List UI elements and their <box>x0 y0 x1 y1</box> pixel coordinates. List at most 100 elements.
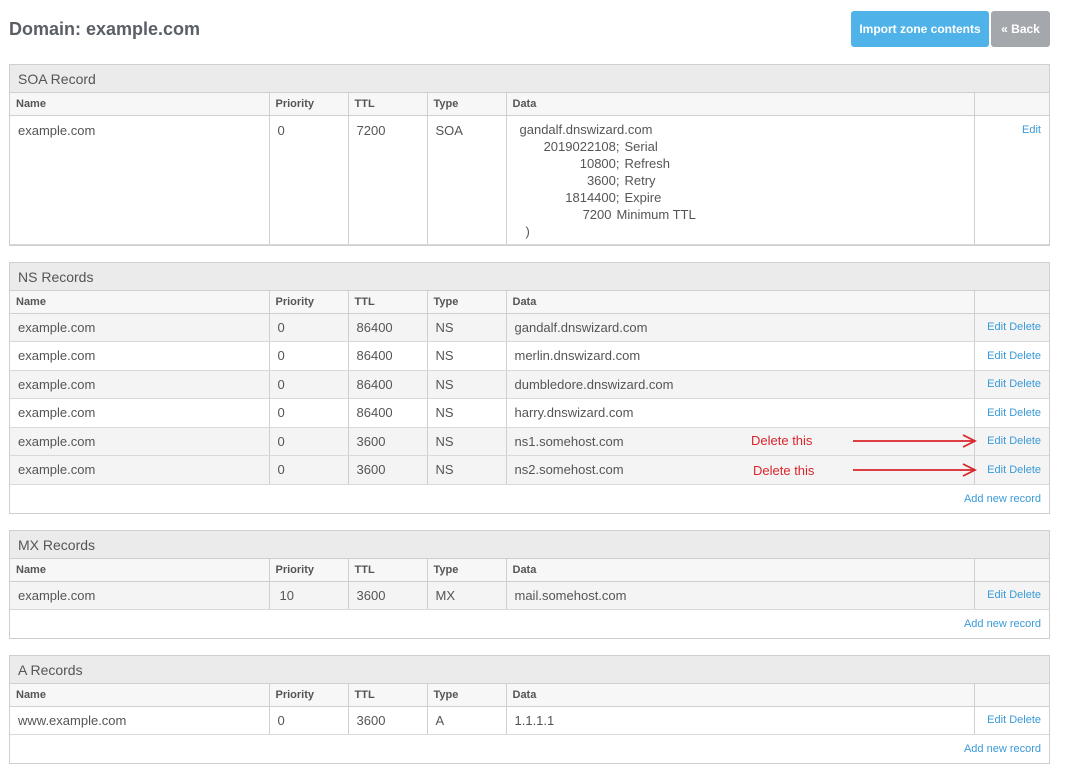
col-actions <box>974 291 1049 314</box>
edit-link[interactable]: Edit <box>987 714 1006 726</box>
table-row: example.com 0 86400 NS dumbledore.dnswiz… <box>10 370 1049 399</box>
cell-name: example.com <box>10 455 270 485</box>
a-panel: A Records Name Priority TTL Type Data ww… <box>9 655 1050 764</box>
edit-link[interactable]: Edit <box>987 407 1006 419</box>
cell-ttl: 3600 <box>348 706 428 735</box>
table-header-row: Name Priority TTL Type Data <box>10 93 1049 116</box>
cell-priority: 0 <box>269 313 349 342</box>
soa-expire-value: 1814400; <box>565 189 620 205</box>
row-actions: Edit Delete <box>974 370 1049 399</box>
cell-priority: 0 <box>269 427 349 456</box>
mx-panel-title: MX Records <box>10 531 1049 559</box>
cell-type: NS <box>427 341 507 371</box>
cell-priority: 10 <box>269 581 349 610</box>
edit-link[interactable]: Edit <box>987 435 1006 447</box>
table-row: example.com 0 86400 NS gandalf.dnswizard… <box>10 313 1049 342</box>
mx-panel: MX Records Name Priority TTL Type Data e… <box>9 530 1050 639</box>
add-new-record-link[interactable]: Add new record <box>964 618 1041 630</box>
delete-link[interactable]: Delete <box>1009 435 1041 447</box>
table-row: example.com 0 7200 SOA gandalf.dnswizard… <box>10 115 1049 245</box>
annotation-label: Delete this <box>753 463 815 478</box>
soa-ttl: 7200 <box>348 115 428 245</box>
col-priority: Priority <box>269 559 349 582</box>
row-actions: Edit Delete <box>974 581 1049 610</box>
soa-serial-label: Serial <box>624 138 658 154</box>
delete-link[interactable]: Delete <box>1009 321 1041 333</box>
delete-link[interactable]: Delete <box>1009 589 1041 601</box>
col-name: Name <box>10 684 270 707</box>
soa-type: SOA <box>427 115 507 245</box>
soa-retry-label: Retry <box>624 172 656 188</box>
delete-link[interactable]: Delete <box>1009 714 1041 726</box>
add-row: Add new record <box>10 610 1049 638</box>
edit-link[interactable]: Edit <box>987 350 1006 362</box>
add-new-record-link[interactable]: Add new record <box>964 493 1041 505</box>
edit-link[interactable]: Edit <box>987 589 1006 601</box>
ns-table: Name Priority TTL Type Data example.com … <box>10 291 1049 485</box>
col-type: Type <box>427 291 507 314</box>
row-actions: Edit Delete <box>974 706 1049 735</box>
row-actions: Edit Delete <box>974 341 1049 371</box>
arrow-right-icon <box>853 434 978 448</box>
delete-link[interactable]: Delete <box>1009 378 1041 390</box>
table-row: example.com 0 86400 NS harry.dnswizard.c… <box>10 398 1049 428</box>
mx-table: Name Priority TTL Type Data example.com … <box>10 559 1049 610</box>
cell-type: NS <box>427 455 507 485</box>
cell-data: merlin.dnswizard.com <box>506 341 975 371</box>
cell-data: 1.1.1.1 <box>506 706 975 735</box>
cell-ttl: 3600 <box>348 455 428 485</box>
row-actions: Edit Delete <box>974 313 1049 342</box>
soa-table: Name Priority TTL Type Data example.com … <box>10 93 1049 245</box>
col-priority: Priority <box>269 684 349 707</box>
col-data: Data <box>506 291 975 314</box>
cell-data: harry.dnswizard.com <box>506 398 975 428</box>
col-ttl: TTL <box>348 559 428 582</box>
col-actions <box>974 559 1049 582</box>
edit-link[interactable]: Edit <box>1022 124 1041 136</box>
cell-data: dumbledore.dnswizard.com <box>506 370 975 399</box>
cell-name: example.com <box>10 341 270 371</box>
cell-type: NS <box>427 398 507 428</box>
back-button[interactable]: « Back <box>991 11 1050 47</box>
table-header-row: Name Priority TTL Type Data <box>10 559 1049 582</box>
cell-priority: 0 <box>269 370 349 399</box>
row-actions: Edit Delete <box>974 455 1049 485</box>
a-table: Name Priority TTL Type Data www.example.… <box>10 684 1049 735</box>
add-row: Add new record <box>10 735 1049 763</box>
col-type: Type <box>427 559 507 582</box>
col-ttl: TTL <box>348 291 428 314</box>
soa-expire-label: Expire <box>624 189 662 205</box>
cell-name: example.com <box>10 313 270 342</box>
col-data: Data <box>506 559 975 582</box>
cell-name: example.com <box>10 370 270 399</box>
edit-link[interactable]: Edit <box>987 378 1006 390</box>
cell-type: A <box>427 706 507 735</box>
edit-link[interactable]: Edit <box>987 321 1006 333</box>
cell-ttl: 86400 <box>348 370 428 399</box>
table-row: example.com 0 86400 NS merlin.dnswizard.… <box>10 341 1049 371</box>
table-header-row: Name Priority TTL Type Data <box>10 291 1049 314</box>
soa-retry-value: 3600; <box>586 172 620 188</box>
cell-ttl: 86400 <box>348 398 428 428</box>
add-new-record-link[interactable]: Add new record <box>964 743 1041 755</box>
soa-minttl-label: Minimum TTL <box>616 206 696 222</box>
soa-close-paren: ) <box>525 223 530 239</box>
col-data: Data <box>506 684 975 707</box>
cell-name: www.example.com <box>10 706 270 735</box>
delete-link[interactable]: Delete <box>1009 464 1041 476</box>
col-data: Data <box>506 93 975 116</box>
soa-minttl-value: 7200 <box>582 206 612 222</box>
col-actions <box>974 684 1049 707</box>
import-zone-button[interactable]: Import zone contents <box>851 11 989 47</box>
cell-type: MX <box>427 581 507 610</box>
soa-primary: gandalf.dnswizard.com <box>519 121 653 137</box>
delete-link[interactable]: Delete <box>1009 350 1041 362</box>
col-priority: Priority <box>269 291 349 314</box>
cell-ttl: 86400 <box>348 341 428 371</box>
cell-type: NS <box>427 427 507 456</box>
edit-link[interactable]: Edit <box>987 464 1006 476</box>
row-actions: Edit Delete <box>974 427 1049 456</box>
cell-ttl: 3600 <box>348 427 428 456</box>
delete-link[interactable]: Delete <box>1009 407 1041 419</box>
cell-name: example.com <box>10 427 270 456</box>
